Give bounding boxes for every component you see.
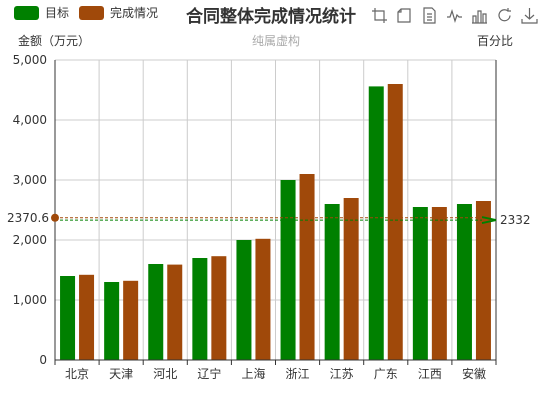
bar-completion [79, 274, 95, 360]
x-tick-label: 江苏 [330, 367, 354, 381]
bar-completion [211, 256, 227, 360]
y-tick-label: 4,000 [13, 113, 47, 127]
average-value-label-target: 2332 [500, 213, 531, 227]
bar-target [192, 258, 208, 360]
bar-completion [167, 264, 183, 360]
x-tick-label: 广东 [374, 367, 398, 381]
bar-completion [123, 280, 139, 360]
bar-completion [299, 174, 315, 360]
average-value-label-completion: 2370.6 [7, 211, 49, 225]
bar-target [148, 264, 164, 360]
bar-completion [387, 84, 403, 360]
bar-target [456, 204, 472, 360]
x-tick-label: 安徽 [462, 366, 486, 381]
x-tick-label: 辽宁 [197, 366, 221, 381]
x-tick-label: 天津 [109, 367, 133, 381]
x-tick-label: 浙江 [286, 367, 310, 381]
x-tick-label: 江西 [418, 367, 442, 381]
bar-target [236, 240, 252, 360]
y-tick-label: 0 [39, 353, 47, 367]
bar-completion [431, 207, 447, 360]
x-tick-label: 河北 [153, 367, 177, 381]
y-tick-label: 3,000 [13, 173, 47, 187]
bar-completion [475, 201, 491, 360]
bar-target [412, 207, 428, 360]
average-line-start-dot [51, 213, 59, 222]
bar-completion [343, 198, 359, 360]
bar-target [60, 276, 76, 360]
bar-chart: 0 1,000 2,000 3,000 4,000 5,000 北京 天津 河北 辽宁 上海 浙江 江苏… [7, 53, 531, 381]
bar-target [368, 86, 384, 361]
y-tick-label: 1,000 [13, 293, 47, 307]
bar-target [324, 204, 340, 360]
x-tick-label: 北京 [65, 367, 89, 381]
y-tick-label: 5,000 [13, 53, 47, 67]
bar-target [280, 180, 296, 360]
bar-target [104, 282, 120, 360]
x-tick-label: 上海 [241, 366, 265, 381]
bar-completion [255, 238, 271, 360]
y-tick-label: 2,000 [13, 233, 47, 247]
